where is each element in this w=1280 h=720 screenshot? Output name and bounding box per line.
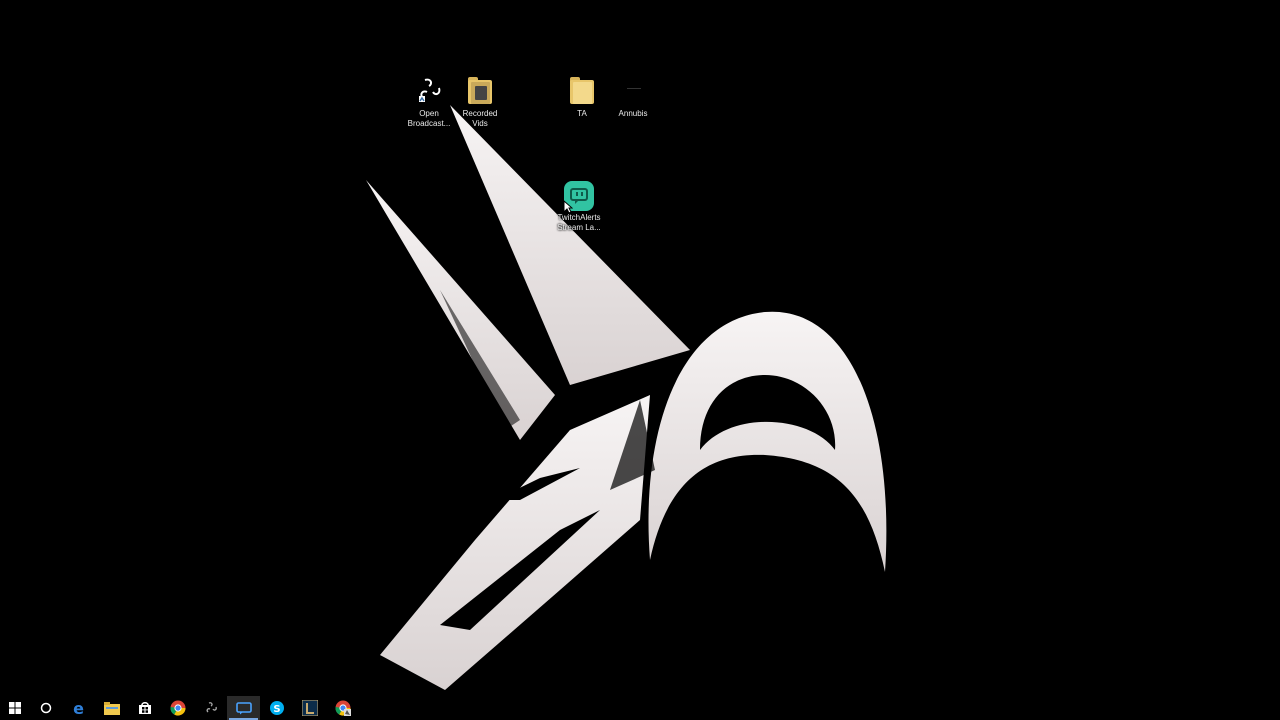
league-client-icon[interactable] <box>293 696 326 720</box>
desktop-icon-annubis[interactable]: Annubis <box>603 76 663 119</box>
anubis-snout <box>380 395 650 690</box>
streamlabs-icon[interactable] <box>227 696 260 720</box>
desktop-icon-recorded-vids[interactable]: Recorded Vids <box>450 76 510 129</box>
mouse-cursor-icon <box>563 200 573 214</box>
desktop-icon-label: Recorded Vids <box>462 109 498 128</box>
folder-icon <box>464 76 496 108</box>
edge-icon[interactable]: e <box>62 696 95 720</box>
desktop-icon-label: Annubis <box>618 109 648 118</box>
svg-text:S: S <box>273 704 280 715</box>
cortana-icon[interactable] <box>29 696 62 720</box>
taskbar: e S <box>0 696 1280 720</box>
store-icon[interactable] <box>128 696 161 720</box>
chrome-app-icon[interactable] <box>326 696 359 720</box>
chrome-icon[interactable] <box>161 696 194 720</box>
folder-icon <box>566 76 598 108</box>
file-explorer-icon[interactable] <box>95 696 128 720</box>
windows-start-icon[interactable] <box>0 696 29 720</box>
desktop-icon-twitchalerts[interactable]: TwitchAlerts Stream La... <box>549 180 609 233</box>
desktop-icon-label: TwitchAlerts Stream La... <box>557 213 601 232</box>
obs-taskbar-icon[interactable] <box>194 696 227 720</box>
blank-file-icon <box>617 76 649 108</box>
obs-icon <box>413 76 445 108</box>
skype-icon[interactable]: S <box>260 696 293 720</box>
